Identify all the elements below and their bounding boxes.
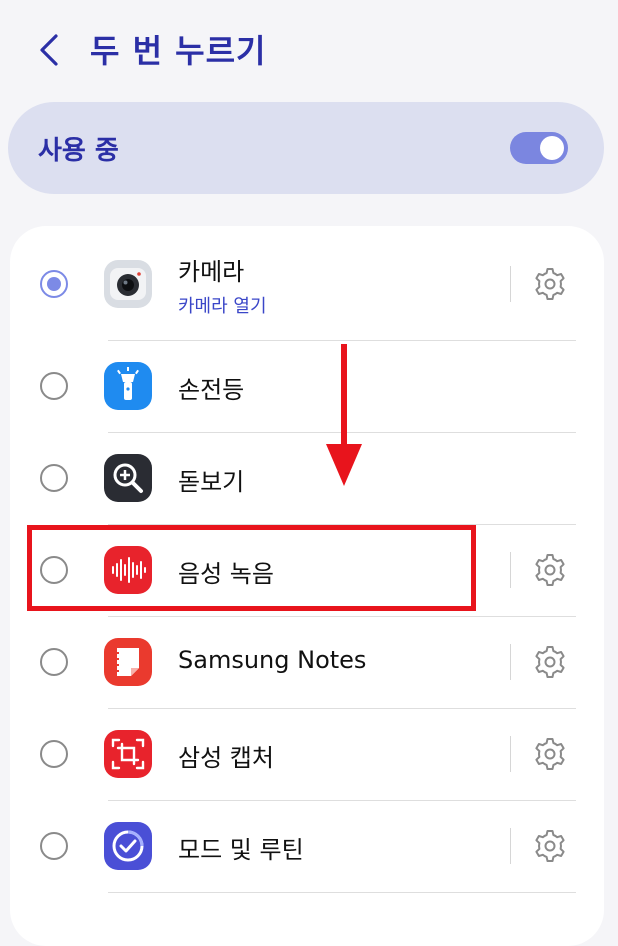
list-item-title: 돋보기 bbox=[178, 468, 245, 496]
gear-icon[interactable] bbox=[532, 828, 568, 864]
radio-samsung-notes[interactable] bbox=[40, 648, 68, 676]
list-item-title: 손전등 bbox=[178, 376, 245, 404]
radio-camera[interactable] bbox=[40, 270, 68, 298]
divider bbox=[510, 644, 511, 680]
list-item-title: 카메라 bbox=[178, 258, 245, 286]
radio-magnifier[interactable] bbox=[40, 464, 68, 492]
back-button[interactable] bbox=[30, 28, 70, 72]
gear-icon[interactable] bbox=[532, 266, 568, 302]
modes-routines-icon bbox=[104, 822, 152, 870]
list-item-samsung-notes[interactable]: Samsung Notes bbox=[10, 616, 604, 708]
divider bbox=[510, 266, 511, 302]
divider bbox=[510, 828, 511, 864]
divider bbox=[108, 892, 576, 893]
radio-flashlight[interactable] bbox=[40, 372, 68, 400]
list-item-magnifier[interactable]: 돋보기 bbox=[10, 432, 604, 524]
page-title: 두 번 누르기 bbox=[90, 32, 267, 70]
header: 두 번 누르기 bbox=[0, 0, 618, 100]
list-item-flashlight[interactable]: 손전등 bbox=[10, 340, 604, 432]
samsung-notes-icon bbox=[104, 638, 152, 686]
list-item-title: Samsung Notes bbox=[178, 646, 367, 674]
list-item-subtitle: 카메라 열기 bbox=[178, 296, 267, 317]
gear-icon[interactable] bbox=[532, 736, 568, 772]
flashlight-icon bbox=[104, 362, 152, 410]
list-item-samsung-capture[interactable]: 삼성 캡처 bbox=[10, 708, 604, 800]
down-arrow-annotation bbox=[326, 344, 362, 486]
gear-icon[interactable] bbox=[532, 644, 568, 680]
radio-samsung-capture[interactable] bbox=[40, 740, 68, 768]
divider bbox=[510, 552, 511, 588]
highlight-box-annotation bbox=[27, 525, 476, 611]
camera-icon bbox=[104, 260, 152, 308]
divider bbox=[510, 736, 511, 772]
list-item-camera[interactable]: 카메라 카메라 열기 bbox=[10, 238, 604, 330]
gear-icon[interactable] bbox=[532, 552, 568, 588]
samsung-capture-icon bbox=[104, 730, 152, 778]
list-item-title: 모드 및 루틴 bbox=[178, 836, 304, 864]
chevron-left-icon[interactable] bbox=[30, 28, 70, 72]
master-toggle-switch[interactable] bbox=[510, 132, 568, 164]
master-switch-label: 사용 중 bbox=[38, 136, 119, 166]
list-item-modes-routines[interactable]: 모드 및 루틴 bbox=[10, 800, 604, 892]
master-switch-card[interactable]: 사용 중 bbox=[8, 102, 604, 194]
list-item-title: 삼성 캡처 bbox=[178, 744, 274, 772]
radio-modes-routines[interactable] bbox=[40, 832, 68, 860]
toggle-knob bbox=[540, 136, 564, 160]
magnifier-icon bbox=[104, 454, 152, 502]
